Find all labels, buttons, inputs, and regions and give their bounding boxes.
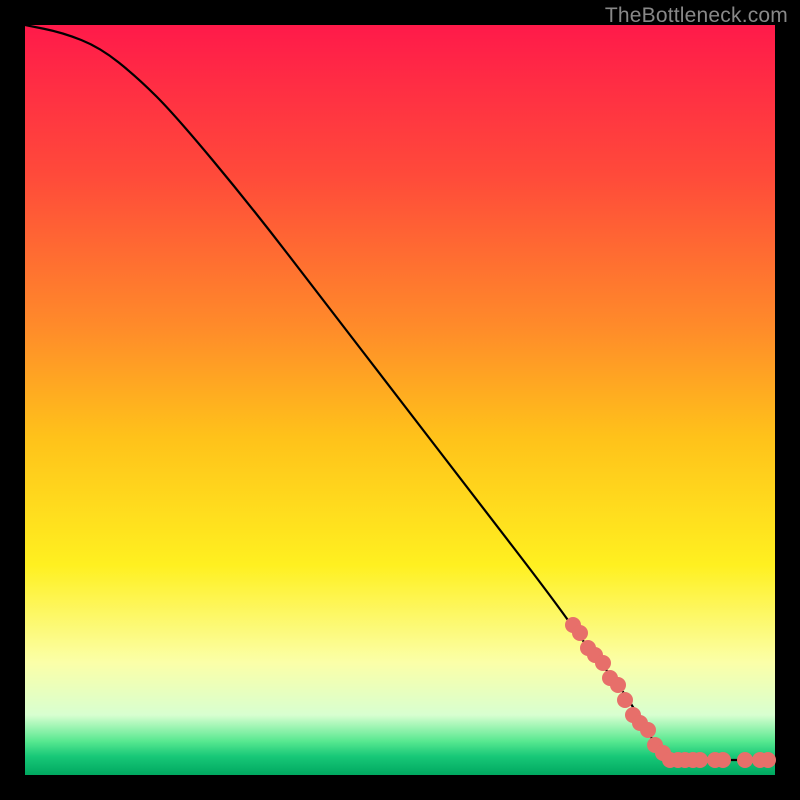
plot-area xyxy=(25,25,775,775)
data-point xyxy=(640,722,656,738)
data-point xyxy=(610,677,626,693)
chart-frame xyxy=(25,25,775,775)
watermark-text: TheBottleneck.com xyxy=(605,4,788,28)
data-point xyxy=(595,655,611,671)
data-point xyxy=(715,752,731,768)
data-point xyxy=(737,752,753,768)
data-point xyxy=(617,692,633,708)
data-point xyxy=(572,625,588,641)
scatter-points-layer xyxy=(25,25,775,775)
data-point xyxy=(692,752,708,768)
data-point xyxy=(760,752,776,768)
